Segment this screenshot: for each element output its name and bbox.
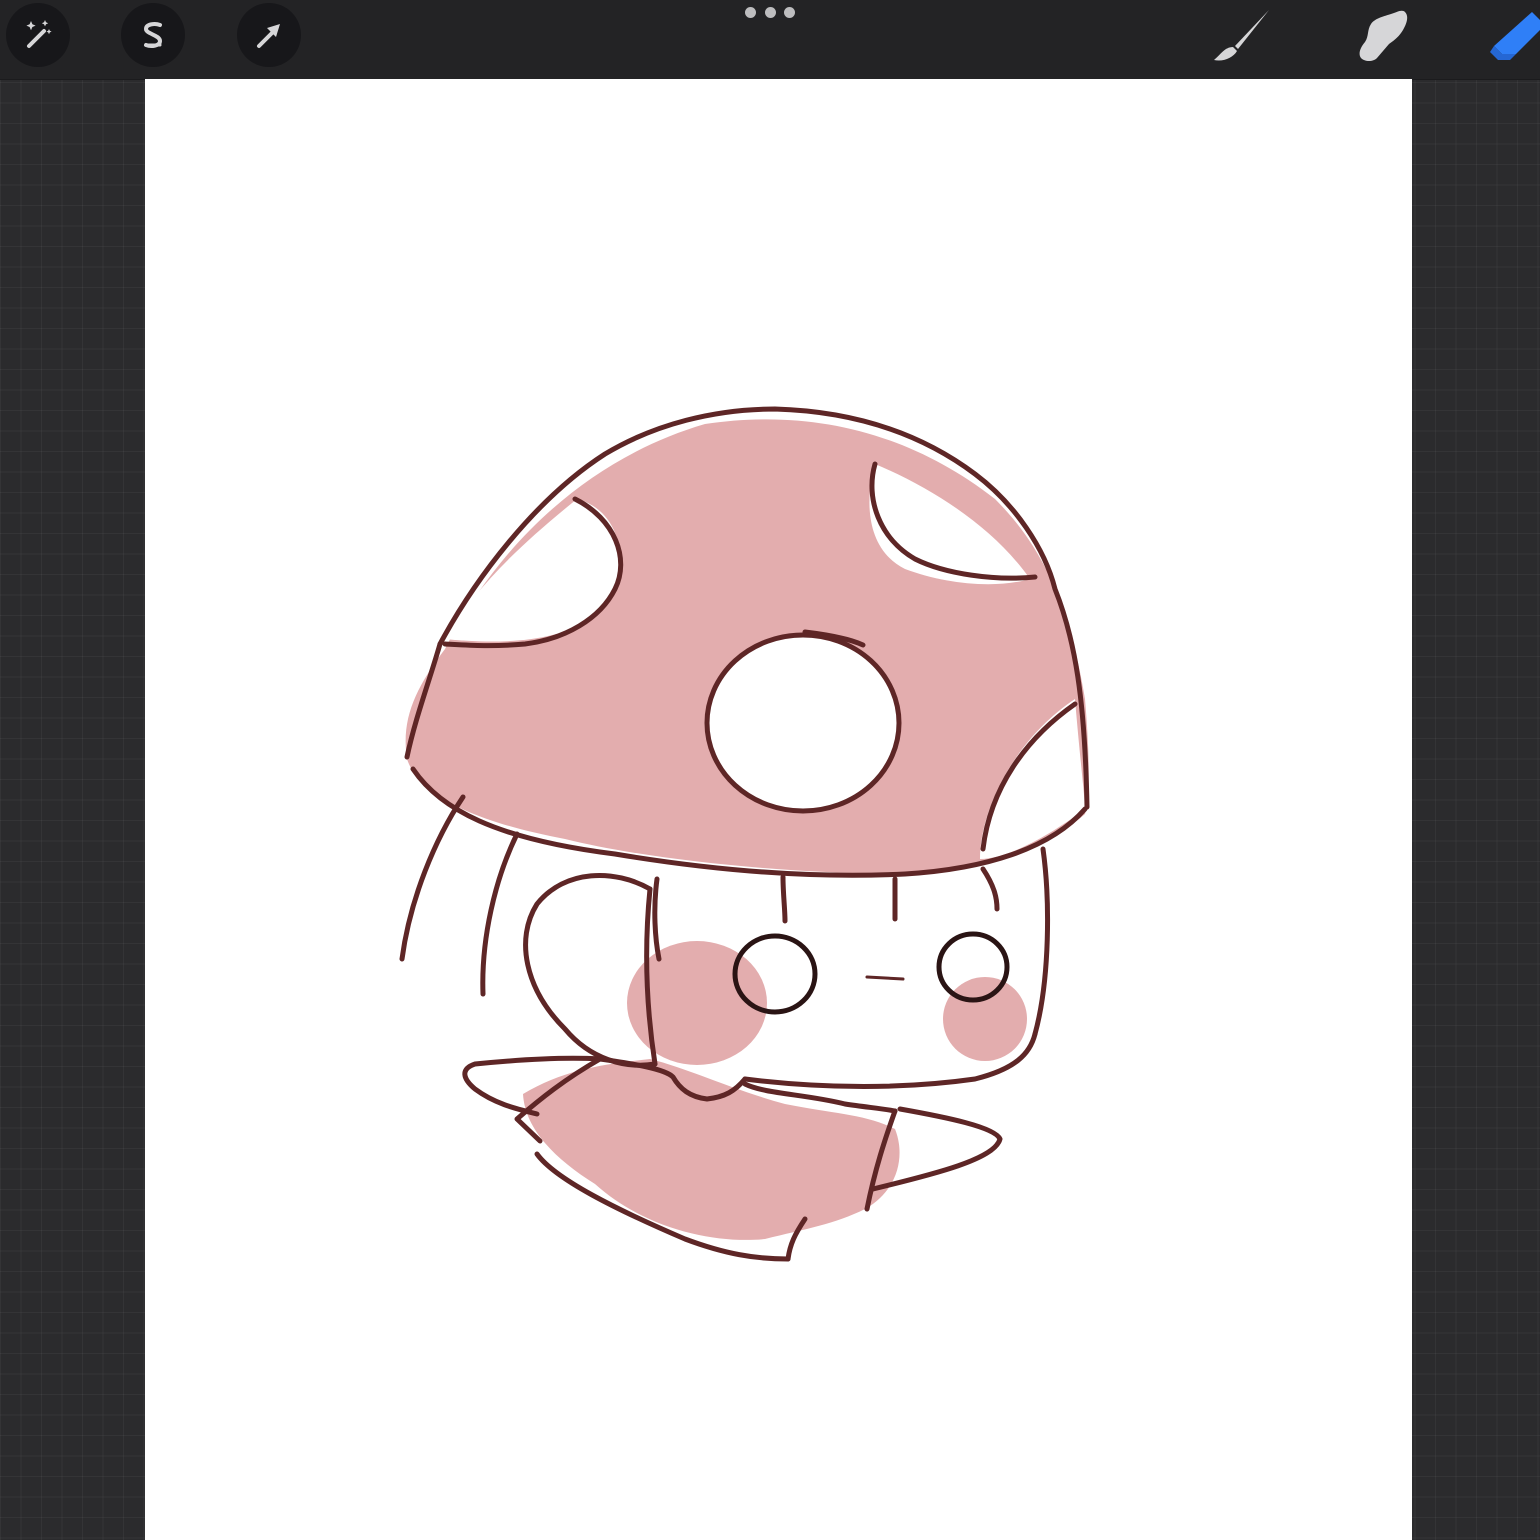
ellipsis-icon xyxy=(784,6,795,18)
top-toolbar xyxy=(0,0,1540,80)
ellipsis-icon xyxy=(764,6,776,18)
brush-button[interactable] xyxy=(1211,6,1273,68)
ellipsis-icon xyxy=(745,6,756,18)
selection-button[interactable] xyxy=(121,3,185,67)
smudge-finger-icon xyxy=(1359,10,1408,61)
arrow-cursor-icon xyxy=(257,24,280,48)
adjustments-button[interactable] xyxy=(6,3,70,67)
eraser-button[interactable] xyxy=(1488,6,1540,68)
drawing-canvas[interactable] xyxy=(145,79,1412,1540)
mushroom-character-drawing xyxy=(399,406,1090,1262)
transform-button[interactable] xyxy=(237,3,301,67)
more-menu-button[interactable] xyxy=(745,3,795,21)
brush-icon xyxy=(1214,10,1269,61)
smudge-button[interactable] xyxy=(1353,6,1415,68)
magic-wand-icon xyxy=(26,20,52,48)
eraser-icon xyxy=(1490,12,1540,60)
selection-s-icon xyxy=(143,22,163,48)
